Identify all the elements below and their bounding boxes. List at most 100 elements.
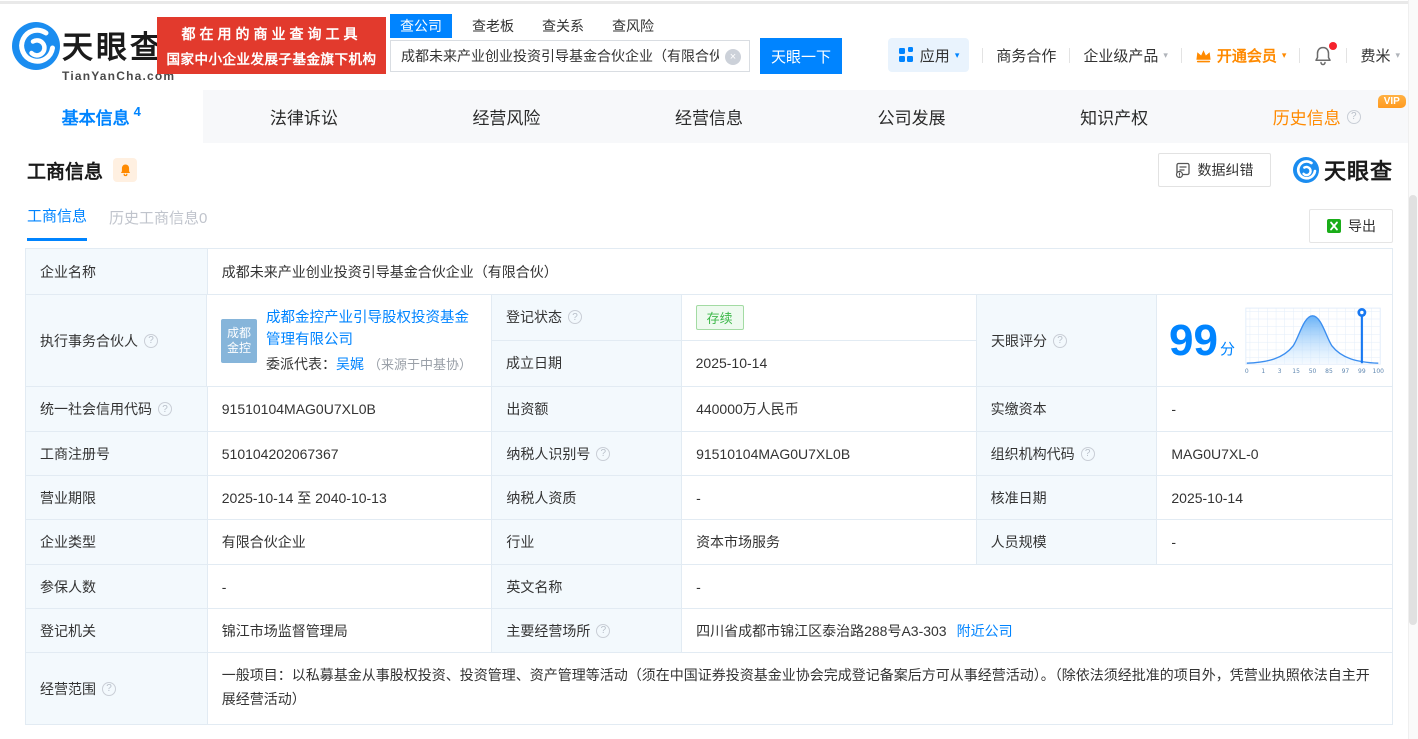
scrollbar-thumb[interactable] [1409, 195, 1417, 625]
section-header-right: 数据纠错 天眼查 [1157, 153, 1393, 187]
page-scrollbar[interactable] [1408, 0, 1418, 739]
promo-banner[interactable]: 都在用的商业查询工具 国家中小企业发展子基金旗下机构 [157, 17, 386, 74]
clear-search-icon[interactable]: × [725, 49, 741, 65]
subtab-history-business-info[interactable]: 历史工商信息0 [109, 207, 207, 240]
field-label: 执行事务合伙人 ? [26, 295, 207, 387]
cooperation-menu[interactable]: 商务合作 [996, 45, 1056, 66]
tianyancha-logo-icon[interactable] [12, 22, 60, 75]
search-tab-boss[interactable]: 查老板 [472, 16, 514, 36]
nearby-companies-link[interactable]: 附近公司 [957, 621, 1013, 641]
notification-bell[interactable] [1313, 41, 1338, 66]
field-label: 成立日期 [492, 340, 682, 386]
subtab-history-count: 0 [199, 209, 208, 227]
help-icon[interactable]: ? [596, 623, 611, 638]
top-divider [0, 1, 1418, 4]
company-avatar-badge: 成都 金控 [221, 318, 257, 363]
table-row: 工商注册号 510104202067367 纳税人识别号 ? 91510104M… [26, 432, 1393, 476]
business-info-table: 企业名称 成都未来产业创业投资引导基金合伙企业（有限合伙） 执行事务合伙人 ? … [25, 248, 1393, 725]
svg-text:50: 50 [1309, 367, 1317, 374]
help-icon[interactable]: ? [1053, 333, 1067, 348]
enterprise-label: 企业级产品 [1083, 47, 1159, 65]
data-correction-label: 数据纠错 [1197, 162, 1254, 178]
org-code-value: MAG0U7XL-0 [1157, 432, 1393, 476]
help-icon[interactable]: ? [158, 402, 172, 416]
score-unit: 分 [1219, 341, 1235, 358]
vip-badge: VIP [1377, 95, 1406, 108]
user-menu[interactable]: 费米 ▾ [1360, 45, 1400, 66]
enterprise-menu[interactable]: 企业级产品 ▾ [1083, 45, 1168, 66]
establish-date-value: 2025-10-14 [695, 355, 768, 372]
field-label: 核准日期 [976, 476, 1158, 520]
svg-text:100: 100 [1373, 367, 1385, 374]
reg-status-cell: 存续 [682, 295, 976, 340]
table-subrow: 登记状态 ? 存续 [492, 295, 976, 341]
field-label: 组织机构代码 ? [976, 432, 1158, 476]
help-icon[interactable]: ? [102, 681, 116, 696]
search-tab-company[interactable]: 查公司 [390, 14, 452, 38]
tab-intellectual-property[interactable]: 知识产权 [1013, 90, 1216, 143]
field-label: 经营范围 ? [26, 653, 208, 724]
help-icon[interactable]: ? [1080, 446, 1095, 461]
help-icon[interactable]: ? [568, 310, 582, 325]
field-label-text: 统一社会信用代码 [40, 401, 152, 417]
data-correction-button[interactable]: 数据纠错 [1157, 153, 1271, 187]
business-address-cell: 四川省成都市锦江区泰治路288号A3-303 附近公司 [682, 609, 1392, 653]
field-label: 企业类型 [26, 520, 208, 565]
svg-text:0: 0 [1245, 367, 1249, 374]
promo-line1: 都在用的商业查询工具 [181, 25, 362, 42]
business-address-value: 四川省成都市锦江区泰治路288号A3-303 [696, 622, 947, 639]
rep-source: （来源于中基协） [368, 357, 473, 372]
monitor-bell-chip[interactable] [113, 158, 138, 182]
field-label: 天眼评分 ? [977, 295, 1157, 387]
search-row: × 天眼一下 [390, 38, 842, 74]
tab-legal-proceedings[interactable]: 法律诉讼 [203, 90, 406, 143]
tab-history-info[interactable]: VIP 历史信息 ? [1215, 90, 1418, 143]
search-input[interactable] [391, 41, 749, 71]
rep-name-link[interactable]: 吴娓 [336, 356, 364, 372]
field-label-text: 经营范围 [40, 680, 96, 697]
field-label: 主要经营场所 ? [492, 609, 683, 653]
field-label: 工商注册号 [26, 432, 208, 476]
section-title: 工商信息 [27, 161, 104, 183]
divider [1346, 47, 1348, 63]
field-label: 出资额 [492, 387, 683, 432]
search-tab-risk[interactable]: 查风险 [612, 16, 654, 36]
svg-text:3: 3 [1278, 367, 1282, 374]
tab-company-development[interactable]: 公司发展 [810, 90, 1013, 143]
export-button[interactable]: 导出 [1309, 209, 1393, 243]
field-label: 参保人数 [26, 565, 208, 609]
status-badge: 存续 [695, 304, 744, 330]
field-label: 实缴资本 [976, 387, 1158, 432]
table-subrow: 成立日期 2025-10-14 [492, 340, 976, 386]
tab-count: 4 [133, 104, 141, 119]
data-correction-icon [1176, 162, 1191, 178]
tab-basic-info[interactable]: 基本信息 4 [0, 90, 203, 143]
open-vip-menu[interactable]: 开通会员 ▾ [1195, 45, 1286, 66]
help-icon[interactable]: ? [1346, 109, 1361, 124]
crown-icon [1196, 49, 1211, 62]
chevron-down-icon: ▾ [1163, 49, 1168, 60]
table-row: 企业类型 有限合伙企业 行业 资本市场服务 人员规模 - [26, 520, 1393, 565]
table-row: 经营范围 ? 一般项目：以私募基金从事股权投资、投资管理、资产管理等活动（须在中… [26, 653, 1392, 724]
chevron-down-icon: ▾ [1395, 49, 1400, 60]
search-tab-relation[interactable]: 查关系 [542, 16, 584, 36]
help-icon[interactable]: ? [144, 333, 158, 348]
reg-number-value: 510104202067367 [207, 432, 493, 476]
partner-company-link[interactable]: 成都金控产业引导股权投资基金管理有限公司 [266, 310, 469, 348]
subtab-business-info[interactable]: 工商信息 [27, 205, 88, 241]
apps-menu[interactable]: 应用 ▾ [887, 38, 970, 72]
svg-text:97: 97 [1342, 367, 1350, 374]
tab-business-risk[interactable]: 经营风险 [405, 90, 608, 143]
search-button[interactable]: 天眼一下 [760, 38, 842, 74]
taxpayer-quality-value: - [682, 476, 977, 520]
field-label: 企业名称 [26, 249, 208, 295]
tab-business-info[interactable]: 经营信息 [608, 90, 811, 143]
representative-line: 委派代表：吴娓 （来源于中基协） [266, 354, 477, 374]
tab-label: 历史信息 [1272, 109, 1341, 128]
search-tabs: 查公司 查老板 查关系 查风险 [390, 14, 682, 38]
field-label: 统一社会信用代码 ? [26, 387, 208, 432]
score-cell: 99 分 0 1 3 15 50 85 97 99 100 [1157, 295, 1392, 387]
bell-icon [120, 164, 130, 177]
score-bell-curve-chart: 0 1 3 15 50 85 97 99 100 [1245, 307, 1385, 374]
help-icon[interactable]: ? [596, 446, 611, 461]
